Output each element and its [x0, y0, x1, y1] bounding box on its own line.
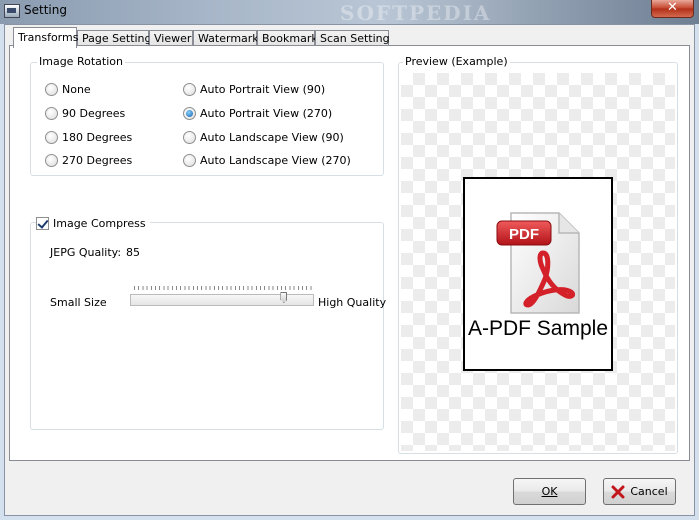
- radio-270-degrees-indicator[interactable]: [45, 153, 58, 167]
- slider-min-label: Small Size: [50, 296, 107, 309]
- image-compress-label: Image Compress: [53, 216, 146, 230]
- window-title: Setting: [24, 3, 67, 17]
- image-compress-checkbox[interactable]: [36, 216, 49, 230]
- cancel-button-label: Cancel: [630, 485, 668, 498]
- radio-90-degrees-indicator[interactable]: [45, 106, 58, 120]
- radio-180-degrees[interactable]: 180 Degrees: [45, 129, 132, 145]
- radio-none[interactable]: None: [45, 81, 91, 97]
- cancel-button[interactable]: Cancel: [603, 478, 676, 505]
- radio-270-degrees[interactable]: 270 Degrees: [45, 152, 132, 168]
- radio-none-label: None: [62, 82, 91, 96]
- radio-90-degrees[interactable]: 90 Degrees: [45, 105, 125, 121]
- radio-auto-landscape-270-indicator[interactable]: [183, 153, 196, 167]
- pdf-badge-text: PDF: [509, 226, 539, 243]
- ok-button-label: OK: [541, 485, 558, 498]
- radio-auto-landscape-90-label: Auto Landscape View (90): [200, 130, 344, 144]
- jpeg-quality-label: JEPG Quality:: [50, 246, 122, 259]
- radio-auto-portrait-270[interactable]: Auto Portrait View (270): [183, 105, 332, 121]
- pdf-file-icon: PDF: [496, 212, 580, 314]
- preview-group: Preview (Example) PDF A-PDF Sample: [398, 55, 678, 454]
- radio-auto-landscape-270-label: Auto Landscape View (270): [200, 153, 351, 167]
- dialog-client-area: Transforms Page Setting Viewer Watermark…: [4, 24, 695, 516]
- radio-auto-landscape-270[interactable]: Auto Landscape View (270): [183, 152, 351, 168]
- radio-none-indicator[interactable]: [45, 82, 58, 96]
- transforms-panel: Image Rotation None 90 Degrees 180 Degre…: [9, 45, 690, 461]
- radio-auto-portrait-90-label: Auto Portrait View (90): [200, 82, 326, 96]
- radio-180-degrees-label: 180 Degrees: [62, 130, 133, 144]
- radio-auto-portrait-270-indicator[interactable]: [183, 106, 196, 120]
- jpeg-quality-value: 85: [126, 246, 140, 259]
- radio-auto-portrait-90[interactable]: Auto Portrait View (90): [183, 81, 325, 97]
- close-button[interactable]: ✕: [651, 0, 694, 18]
- softpedia-watermark: SOFTPEDIA: [340, 1, 492, 25]
- tab-transforms[interactable]: Transforms: [13, 27, 78, 48]
- image-compress-checkbox-row[interactable]: Image Compress: [36, 215, 150, 231]
- slider-max-label: High Quality: [318, 296, 387, 309]
- radio-90-degrees-label: 90 Degrees: [62, 106, 126, 120]
- preview-title: Preview (Example): [403, 55, 510, 68]
- close-icon: ✕: [667, 0, 678, 15]
- image-rotation-title: Image Rotation: [37, 55, 125, 68]
- image-rotation-group: Image Rotation None 90 Degrees 180 Degre…: [30, 55, 384, 176]
- quality-slider-ticks: [134, 286, 312, 290]
- app-icon: [4, 4, 20, 18]
- sample-text: A-PDF Sample: [467, 317, 609, 340]
- radio-auto-portrait-270-label: Auto Portrait View (270): [200, 106, 333, 120]
- ok-button[interactable]: OK: [513, 478, 586, 505]
- title-bar[interactable]: SOFTPEDIA Setting ✕: [0, 0, 699, 25]
- radio-auto-landscape-90-indicator[interactable]: [183, 130, 196, 144]
- preview-canvas: PDF A-PDF Sample: [401, 73, 675, 451]
- radio-auto-portrait-90-indicator[interactable]: [183, 82, 196, 96]
- sample-page: PDF A-PDF Sample: [463, 177, 613, 371]
- cancel-x-icon: [611, 485, 625, 498]
- radio-270-degrees-label: 270 Degrees: [62, 153, 133, 167]
- radio-180-degrees-indicator[interactable]: [45, 130, 58, 144]
- radio-auto-landscape-90[interactable]: Auto Landscape View (90): [183, 129, 344, 145]
